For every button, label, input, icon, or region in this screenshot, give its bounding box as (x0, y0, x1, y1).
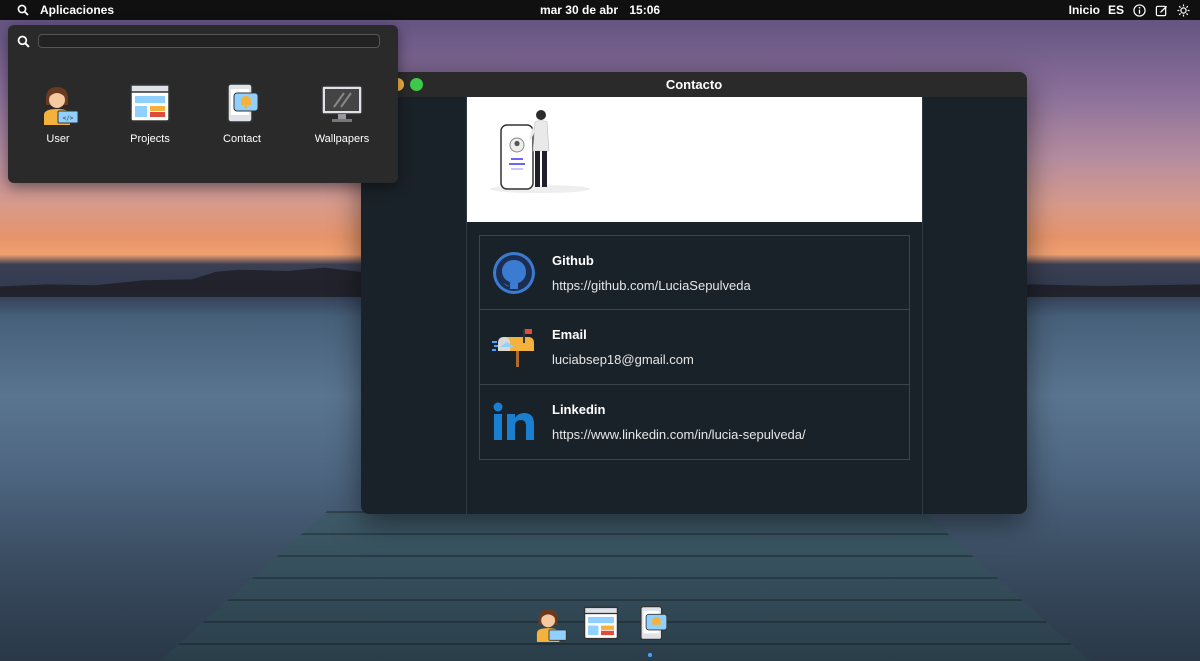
mailbox-icon (492, 325, 536, 369)
search-icon[interactable] (16, 3, 30, 17)
user-developer-icon: </> (36, 81, 80, 125)
user-developer-icon[interactable] (530, 604, 568, 642)
launcher-search-input[interactable] (38, 34, 380, 48)
contact-title: Email (552, 327, 587, 342)
linkedin-icon (492, 400, 536, 444)
window-titlebar[interactable]: Contacto (361, 72, 1027, 97)
launcher-app-label: User (46, 133, 70, 145)
launcher-app-contact[interactable]: Contact (202, 81, 282, 145)
phone-notification-icon (220, 81, 264, 125)
contact-card-email[interactable]: Email luciabsep18@gmail.com (479, 310, 910, 385)
applications-menu[interactable]: Aplicaciones (40, 3, 114, 17)
svg-text:</>: </> (63, 115, 74, 122)
app-launcher: </> User Projects Contact Wallpapers (8, 25, 398, 183)
launcher-app-projects[interactable]: Projects (110, 81, 190, 145)
phone-notification-icon[interactable] (634, 604, 672, 642)
brightness-icon[interactable] (1176, 3, 1190, 17)
top-bar: Aplicaciones mar 30 de abr 15:06 Inicio … (0, 0, 1200, 20)
launcher-app-label: Wallpapers (314, 133, 370, 145)
contact-window: Contacto Github https://github.com/Lucia… (361, 72, 1027, 514)
contact-illustration (467, 97, 922, 222)
contact-title: Linkedin (552, 402, 606, 417)
monitor-icon (320, 81, 364, 125)
browser-window-icon[interactable] (582, 604, 620, 642)
contact-link[interactable]: https://www.linkedin.com/in/lucia-sepulv… (552, 427, 806, 442)
edit-icon[interactable] (1154, 3, 1168, 17)
contact-list: Github https://github.com/LuciaSepulveda (479, 235, 910, 460)
clock-date: mar 30 de abr (539, 3, 618, 17)
dock-active-indicator (648, 653, 652, 657)
launcher-app-wallpapers[interactable]: Wallpapers (302, 81, 382, 145)
dock (520, 598, 682, 648)
contact-card-github[interactable]: Github https://github.com/LuciaSepulveda (479, 235, 910, 310)
contact-title: Github (552, 252, 594, 268)
browser-window-icon (128, 81, 172, 125)
search-icon (16, 34, 30, 48)
language-selector[interactable]: ES (1108, 3, 1124, 17)
maximize-button[interactable] (410, 78, 423, 91)
launcher-app-user[interactable]: </> User (18, 81, 98, 145)
clock: mar 30 de abr 15:06 (0, 3, 1200, 17)
contact-content: Github https://github.com/LuciaSepulveda (466, 97, 923, 514)
window-title: Contacto (665, 77, 723, 92)
github-icon (492, 251, 536, 295)
info-icon[interactable] (1132, 3, 1146, 17)
launcher-app-label: Projects (130, 133, 170, 145)
contact-link[interactable]: https://github.com/LuciaSepulveda (552, 278, 751, 293)
clock-time: 15:06 (629, 3, 661, 17)
contact-link[interactable]: luciabsep18@gmail.com (552, 352, 694, 367)
home-link[interactable]: Inicio (1069, 3, 1100, 17)
contact-card-linkedin[interactable]: Linkedin https://www.linkedin.com/in/luc… (479, 385, 910, 460)
launcher-app-label: Contact (223, 133, 261, 145)
